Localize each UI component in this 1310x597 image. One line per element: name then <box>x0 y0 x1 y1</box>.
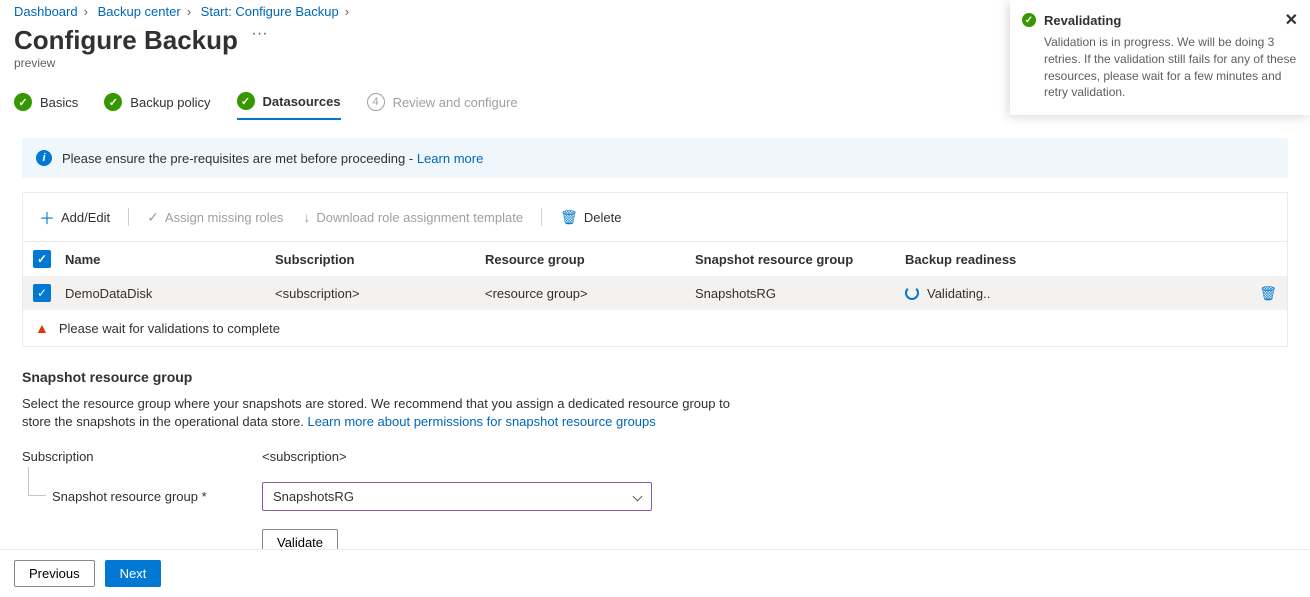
section-heading: Snapshot resource group <box>22 369 1288 385</box>
step-datasources[interactable]: Datasources <box>237 92 341 120</box>
warning-text: Please wait for validations to complete <box>59 321 280 336</box>
add-edit-button[interactable]: ＋Add/Edit <box>33 201 116 233</box>
check-icon: ✓ <box>147 209 159 226</box>
header-snapshot-rg: Snapshot resource group <box>695 252 905 267</box>
section-learn-more-link[interactable]: Learn more about permissions for snapsho… <box>307 414 655 429</box>
info-icon: i <box>36 150 52 166</box>
next-button[interactable]: Next <box>105 560 162 587</box>
plus-icon: ＋ <box>39 205 55 229</box>
step-review: 4 Review and configure <box>367 92 518 120</box>
chevron-down-icon <box>633 492 643 502</box>
select-all-checkbox[interactable] <box>33 250 51 268</box>
cell-snapshot-rg: SnapshotsRG <box>695 286 905 301</box>
cell-resource-group: <resource group> <box>485 286 695 301</box>
toast-body: Validation is in progress. We will be do… <box>1022 30 1298 101</box>
toast-title: Revalidating <box>1044 13 1121 28</box>
step-label: Review and configure <box>393 95 518 110</box>
step-number-icon: 4 <box>367 93 385 111</box>
header-backup-readiness: Backup readiness <box>905 252 1237 267</box>
check-icon <box>104 93 122 111</box>
subscription-label: Subscription <box>22 449 262 464</box>
step-label: Backup policy <box>130 95 210 110</box>
datasources-panel: ＋Add/Edit ✓Assign missing roles ↓Downloa… <box>22 192 1288 347</box>
snapshot-rg-label: Snapshot resource group * <box>22 489 262 504</box>
page-title: Configure Backup <box>14 25 238 56</box>
validation-warning-row: ▲ Please wait for validations to complet… <box>23 310 1287 346</box>
toolbar: ＋Add/Edit ✓Assign missing roles ↓Downloa… <box>23 193 1287 242</box>
header-resource-group: Resource group <box>485 252 695 267</box>
info-text: Please ensure the pre-requisites are met… <box>62 151 413 166</box>
chevron-right-icon: › <box>339 4 355 19</box>
header-subscription: Subscription <box>275 252 485 267</box>
previous-button[interactable]: Previous <box>14 560 95 587</box>
check-icon <box>237 92 255 110</box>
table-header: Name Subscription Resource group Snapsho… <box>23 242 1287 276</box>
divider <box>128 208 129 226</box>
toast-close-button[interactable]: ✕ <box>1285 10 1298 30</box>
snapshot-rg-select[interactable]: SnapshotsRG <box>262 482 652 511</box>
cell-name: DemoDataDisk <box>65 286 275 301</box>
notification-toast: Revalidating ✕ Validation is in progress… <box>1010 0 1310 115</box>
row-checkbox[interactable] <box>33 284 51 302</box>
step-basics[interactable]: Basics <box>14 92 78 120</box>
table-row[interactable]: DemoDataDisk <subscription> <resource gr… <box>23 276 1287 310</box>
info-learn-more-link[interactable]: Learn more <box>417 151 483 166</box>
divider <box>541 208 542 226</box>
snapshot-rg-section: Snapshot resource group Select the resou… <box>0 347 1310 578</box>
trash-icon: 🗑 <box>560 209 578 226</box>
cell-subscription: <subscription> <box>275 286 485 301</box>
subscription-value: <subscription> <box>262 449 347 464</box>
breadcrumb-backup-center[interactable]: Backup center <box>98 4 181 19</box>
step-label: Datasources <box>263 94 341 109</box>
chevron-right-icon: › <box>181 4 197 19</box>
wizard-footer: Previous Next <box>0 549 1310 597</box>
step-backup-policy[interactable]: Backup policy <box>104 92 210 120</box>
download-template-button: ↓Download role assignment template <box>297 205 529 229</box>
delete-button[interactable]: 🗑Delete <box>554 205 627 230</box>
row-delete-button[interactable]: 🗑 <box>1259 285 1277 301</box>
assign-roles-button: ✓Assign missing roles <box>141 205 289 230</box>
chevron-right-icon: › <box>78 4 94 19</box>
select-value: SnapshotsRG <box>273 489 354 504</box>
info-banner: i Please ensure the pre-requisites are m… <box>22 138 1288 178</box>
breadcrumb-start-configure[interactable]: Start: Configure Backup <box>201 4 339 19</box>
warning-icon: ▲ <box>35 320 49 336</box>
step-label: Basics <box>40 95 78 110</box>
check-icon <box>14 93 32 111</box>
success-icon <box>1022 13 1036 27</box>
download-icon: ↓ <box>303 209 310 225</box>
cell-backup-readiness: Validating.. <box>905 286 1237 301</box>
header-name: Name <box>65 252 275 267</box>
breadcrumb-dashboard[interactable]: Dashboard <box>14 4 78 19</box>
more-actions-button[interactable]: ··· <box>242 25 268 43</box>
spinner-icon <box>905 286 919 300</box>
